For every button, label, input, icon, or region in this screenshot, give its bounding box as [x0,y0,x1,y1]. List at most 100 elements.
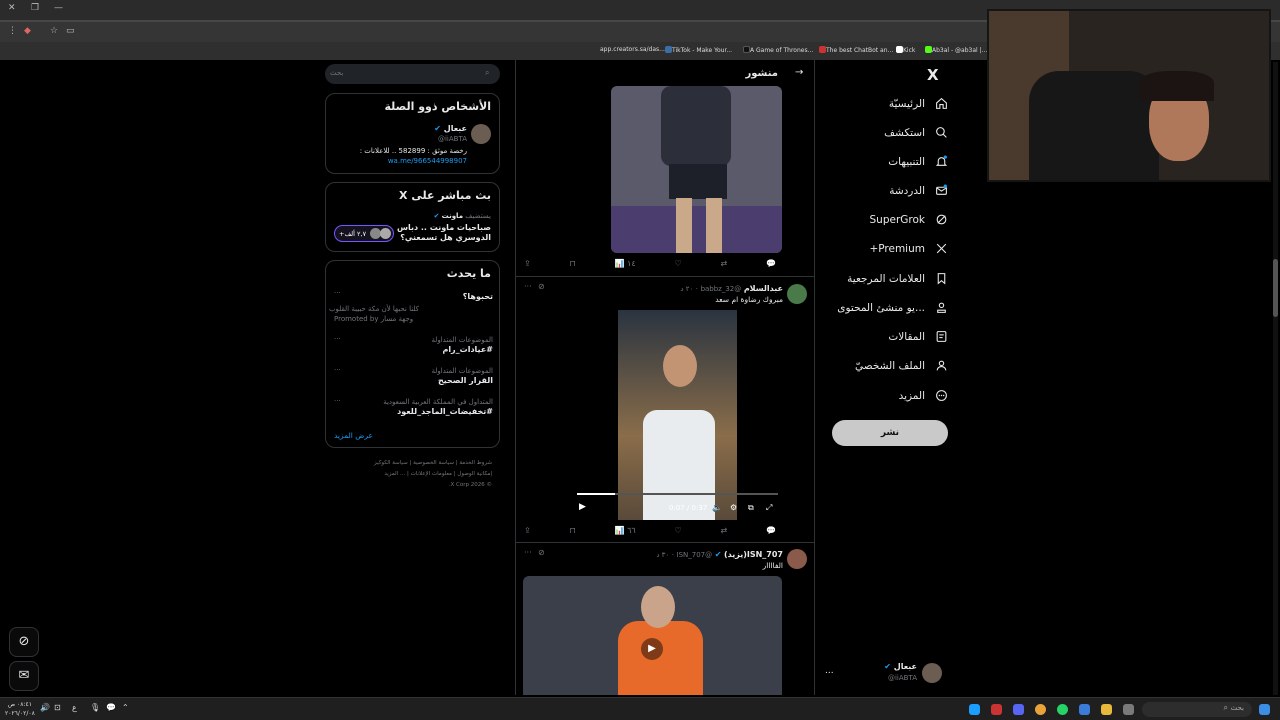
footer-link[interactable]: سياسة الخصوصية [413,460,454,466]
nav-more[interactable]: المزيد [899,389,948,402]
bookmark-action-icon[interactable]: ⊓ [570,259,576,268]
views-count[interactable]: 📊 ١٤ [615,259,636,268]
show-more-link[interactable]: عرض المزيد [334,431,373,440]
footer-link[interactable]: ... المزيد [384,471,405,477]
mute-icon[interactable]: 🔈 [712,503,722,512]
tweet-video[interactable]: ▶ [523,576,782,695]
nav-profile[interactable]: الملف الشخصيّ [855,359,948,372]
bookmark-item[interactable]: app.creators.sa/das... [600,46,665,53]
x-logo[interactable]: X [927,66,939,84]
trend-more-icon[interactable]: ··· [334,366,341,374]
footer-link[interactable]: إمكانية الوصول [457,471,492,477]
reply-icon[interactable]: 💬 [766,526,776,535]
restore-window-icon[interactable]: ❐ [31,3,39,13]
play-icon[interactable]: ▶ [579,502,586,512]
discord-icon[interactable] [1013,704,1024,715]
messages-floating-icon[interactable]: ✉ [9,661,39,691]
store-icon[interactable] [1123,704,1134,715]
avatar[interactable] [787,549,807,569]
tweet-time[interactable]: ٢٠ د [680,285,693,293]
tweet-author-name[interactable]: ISN_707(يزيد) [724,550,783,559]
cast-icon[interactable]: ▭ [66,26,75,36]
extension-icon[interactable]: ◆ [24,26,31,36]
footer-link[interactable]: سياسة الكوكيز [374,460,408,466]
windows-start-icon[interactable] [1259,704,1270,715]
nav-notifications[interactable]: التنبيهات [888,155,948,168]
views-count[interactable]: 📊 ٦٦ [615,526,636,535]
footer-link[interactable]: معلومات الإعلانات [411,471,452,477]
footer-link[interactable]: شروط الخدمة [459,460,492,466]
live-listeners-badge[interactable]: +٢,٧ ألف [334,225,394,242]
page-scrollbar[interactable] [1273,62,1278,695]
input-language-icon[interactable]: ع [72,703,77,712]
account-switcher[interactable]: ... عبعال ✔ @iiABTA [820,658,945,688]
bookmark-item[interactable]: The best ChatBot an... [816,46,893,54]
share-icon[interactable]: ⇪ [524,526,531,535]
taskbar-clock[interactable]: ٠٨:٤١ ص ٢٠٢٦/٠٢/٠٨ [5,700,35,718]
bookmark-action-icon[interactable]: ⊓ [570,526,576,535]
bookmark-item[interactable]: TikTok - Make Your... [662,46,732,54]
grok-explain-icon[interactable]: ⊘ [538,548,545,557]
avatar[interactable] [471,124,491,144]
grok-explain-icon[interactable]: ⊘ [538,282,545,291]
reply-icon[interactable]: 💬 [766,259,776,268]
retweet-icon[interactable]: ⇄ [720,526,727,535]
back-arrow-icon[interactable]: → [795,67,803,78]
fullscreen-icon[interactable]: ⤢ [766,503,772,513]
close-window-icon[interactable]: ✕ [8,3,16,13]
tweet-image[interactable] [611,86,782,253]
share-icon[interactable]: ⇪ [524,259,531,268]
nav-messages[interactable]: الدردشة [889,184,948,197]
like-icon[interactable]: ♡ [675,526,682,535]
trend-item[interactable]: ··· الموضوعات المتداولة #عيادات_رام [326,333,501,359]
video-progress-track[interactable] [577,493,778,495]
bookmark-item[interactable]: Kick [893,46,915,54]
tweet-video[interactable]: ▶ 0:07 / 0:37 🔈 ⚙ ⧉ ⤢ [573,310,782,520]
live-text[interactable]: صباحيات ماونت .. دباس الدوسري هل تسمعني؟ [391,223,491,243]
file-explorer-icon[interactable] [1101,704,1112,715]
trend-item[interactable]: ··· الموضوعات المتداولة القرار الصحيح [326,364,501,390]
trend-more-icon[interactable]: ··· [334,289,341,297]
tray-expand-icon[interactable]: ⌃ [122,703,129,712]
search-input[interactable]: ⌕ بحث [325,64,500,84]
trend-more-icon[interactable]: ··· [334,397,341,405]
mic-icon[interactable]: 🎙 [90,703,100,712]
taskbar-search[interactable]: بحث ⌕ [1142,702,1252,717]
tweet-author-name[interactable]: عبدالسلام [744,284,783,293]
nav-home[interactable]: الرئيسيّة [889,97,948,110]
app-icon[interactable] [991,704,1002,715]
trend-item[interactable]: ··· المتداول في المملكة العربية السعودية… [326,395,501,421]
menu-dots-icon[interactable]: ⋮ [8,26,17,36]
bookmark-item[interactable]: A Game of Thrones... [740,46,813,54]
minimize-window-icon[interactable]: — [54,3,63,13]
edge-icon[interactable] [1079,704,1090,715]
nav-premium[interactable]: Premium+ [869,242,948,255]
tweet-more-icon[interactable]: ··· [524,548,532,557]
scrollbar-thumb[interactable] [1273,259,1278,317]
retweet-icon[interactable]: ⇄ [720,259,727,268]
network-icon[interactable]: ⊡ [54,703,61,712]
trend-more-icon[interactable]: ··· [334,335,341,343]
avatar[interactable] [787,284,807,304]
tweet-more-icon[interactable]: ··· [524,282,532,291]
volume-icon[interactable]: 🔊 [40,703,50,712]
steam-icon[interactable] [969,704,980,715]
play-icon[interactable]: ▶ [641,638,663,660]
related-name[interactable]: عبعال ✔ [434,124,467,133]
tweet-author-handle[interactable]: @ISN_707 [677,551,713,559]
like-icon[interactable]: ♡ [675,259,682,268]
chrome-icon[interactable] [1035,704,1046,715]
whatsapp-icon[interactable] [1057,704,1068,715]
tweet-author-handle[interactable]: @babbz_32 [701,285,742,293]
nav-creator[interactable]: ...يو منشئ المحتوى [837,301,948,314]
settings-icon[interactable]: ⚙ [730,503,737,512]
post-button[interactable]: نشر [832,420,948,446]
account-more-icon[interactable]: ... [825,666,834,676]
tweet-time[interactable]: ٣٠ د [656,551,669,559]
star-icon[interactable]: ☆ [50,26,58,36]
pip-icon[interactable]: ⧉ [748,503,754,513]
bookmark-item[interactable]: Ab3al - @ab3al |... [922,46,987,54]
nav-bookmarks[interactable]: العلامات المرجعية [847,272,948,285]
chat-icon[interactable]: 💬 [106,703,116,712]
related-link[interactable]: wa.me/966544998907 [388,157,467,165]
